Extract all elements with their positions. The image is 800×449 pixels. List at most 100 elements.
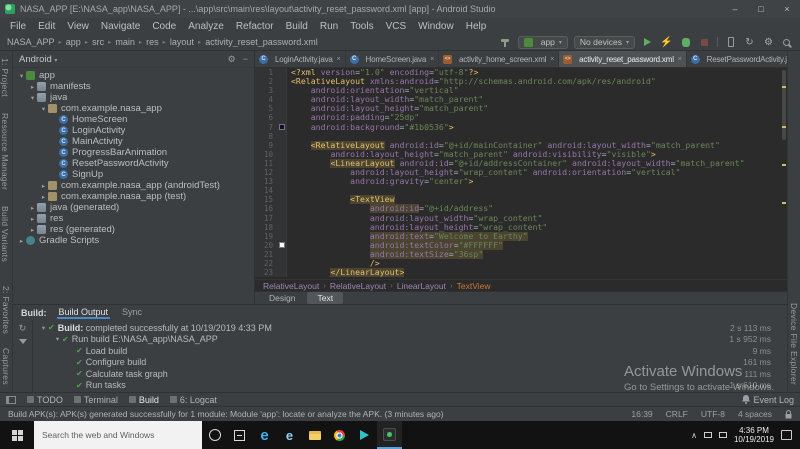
gradle-sync-button[interactable]: ↻	[743, 35, 756, 49]
minimize-button[interactable]: –	[722, 0, 748, 18]
code-line[interactable]: 3 android:orientation="vertical"	[255, 86, 787, 96]
close-button[interactable]: ×	[774, 0, 800, 18]
editor-tab[interactable]: HomeScreen.java×	[346, 51, 439, 67]
code-area[interactable]: 1 <?xml version="1.0" encoding="utf-8"?> 2…	[255, 68, 787, 278]
build-tab[interactable]: Sync	[120, 307, 144, 319]
avd-manager-button[interactable]	[724, 35, 737, 49]
xml-breadcrumb-item[interactable]: LinearLayout	[397, 281, 446, 291]
expand-arrow-icon[interactable]: ▾	[39, 105, 48, 113]
breadcrumb-item[interactable]: activity_reset_password.xml	[204, 37, 319, 47]
debug-button[interactable]	[679, 35, 692, 49]
status-message[interactable]: Build APK(s): APK(s) generated successfu…	[8, 409, 444, 419]
project-tree-item[interactable]: ▸ Gradle Scripts	[13, 235, 254, 246]
build-tree-item[interactable]: ✔ Calculate task graph 111 ms	[33, 368, 787, 380]
menu-item[interactable]: Code	[146, 21, 182, 32]
menu-item[interactable]: View	[61, 21, 95, 32]
project-tree-item[interactable]: ▸ res	[13, 213, 254, 224]
build-tree-item[interactable]: ✔ Load build 9 ms	[33, 345, 787, 357]
menu-item[interactable]: Help	[460, 21, 493, 32]
project-view-select[interactable]: Android ▾	[19, 54, 57, 65]
code-line[interactable]: 20 android:textColor="#FFFFFF"	[255, 240, 787, 250]
xml-breadcrumb-item[interactable]: RelativeLayout	[330, 281, 386, 291]
explorer-icon[interactable]	[302, 421, 327, 449]
tool-stripe-button[interactable]: Captures	[1, 348, 11, 385]
project-tree-item[interactable]: ▾ java	[13, 92, 254, 103]
android-studio-icon[interactable]	[377, 421, 402, 449]
project-tree-item[interactable]: ProgressBarAnimation	[13, 147, 254, 158]
code-line[interactable]: 1 <?xml version="1.0" encoding="utf-8"?>	[255, 68, 787, 78]
volume-icon[interactable]	[718, 432, 727, 438]
menu-item[interactable]: Refactor	[230, 21, 280, 32]
menu-item[interactable]: Run	[314, 21, 344, 32]
play-icon[interactable]	[352, 421, 377, 449]
code-line[interactable]: 23 </LinearLayout>	[255, 268, 787, 278]
code-line[interactable]: 4 android:layout_width="match_parent"	[255, 95, 787, 105]
build-tree-item[interactable]: ✔ Configure build 161 ms	[33, 357, 787, 369]
project-tree-item[interactable]: MainActivity	[13, 136, 254, 147]
code-line[interactable]: 18 android:layout_height="wrap_content"	[255, 222, 787, 232]
settings-gear-icon[interactable]: ⚙	[762, 35, 775, 49]
project-tree-item[interactable]: ▸ res (generated)	[13, 224, 254, 235]
color-swatch-icon[interactable]	[278, 124, 285, 131]
code-line[interactable]: 7 android:background="#1b0536">	[255, 122, 787, 132]
build-tree-item[interactable]: ✔ Run tasks 1 s 610 ms	[33, 380, 787, 392]
apply-changes-button[interactable]: ⚡	[660, 35, 673, 49]
project-tree-item[interactable]: ▾ com.example.nasa_app	[13, 103, 254, 114]
tool-stripe-button[interactable]: 2: Favorites	[1, 286, 11, 334]
code-line[interactable]: 16 android:id="@+id/address"	[255, 204, 787, 214]
maximize-button[interactable]: □	[748, 0, 774, 18]
editor-view-tab[interactable]: Design	[259, 292, 305, 304]
taskbar-clock[interactable]: 4:36 PM 10/19/2019	[734, 426, 774, 444]
hidden-icons-expand-icon[interactable]: ∧	[691, 431, 697, 440]
expand-arrow-icon[interactable]: ▸	[17, 237, 26, 245]
expand-arrow-icon[interactable]: ▸	[39, 193, 48, 201]
editor-tab[interactable]: activity_home_screen.xml×	[439, 51, 560, 67]
close-icon[interactable]: ×	[430, 56, 434, 63]
build-restart-icon[interactable]: ↻	[19, 323, 27, 334]
code-line[interactable]: 21 android:textSize="36sp"	[255, 249, 787, 259]
indent-indicator[interactable]: 4 spaces	[738, 409, 772, 419]
code-line[interactable]: 9 <RelativeLayout android:id="@+id/mainC…	[255, 140, 787, 150]
run-config-select[interactable]: app ▾	[517, 35, 568, 49]
editor-scrollbar[interactable]	[781, 68, 787, 279]
editor-tab[interactable]: ResetPasswordActivity.java×	[687, 51, 787, 67]
menu-item[interactable]: Build	[280, 21, 314, 32]
code-line[interactable]: 22 />	[255, 258, 787, 269]
device-select[interactable]: No devices ▾	[573, 35, 635, 49]
action-center-icon[interactable]	[781, 430, 792, 440]
color-swatch-icon[interactable]	[278, 242, 285, 249]
toolwindow-tab[interactable]: 6: Logcat	[169, 395, 217, 405]
code-line[interactable]: 2 <RelativeLayout xmlns:android="http://s…	[255, 77, 787, 87]
network-icon[interactable]	[703, 432, 712, 438]
expand-arrow-icon[interactable]: ▾	[39, 324, 48, 332]
build-tree-item[interactable]: ▾ ✔ Run build E:\NASA_app\NASA_APP 1 s 952 …	[33, 334, 787, 346]
code-line[interactable]: 12 android:layout_height="wrap_content" …	[255, 168, 787, 178]
project-tree-item[interactable]: ▸ com.example.nasa_app (androidTest)	[13, 180, 254, 191]
project-tree-item[interactable]: ▸ manifests	[13, 81, 254, 92]
file-encoding-indicator[interactable]: UTF-8	[701, 409, 725, 419]
expand-arrow-icon[interactable]: ▸	[28, 215, 37, 223]
cortana-icon[interactable]	[202, 421, 227, 449]
xml-breadcrumb-item[interactable]: RelativeLayout	[263, 281, 319, 291]
menu-item[interactable]: Window	[412, 21, 460, 32]
code-line[interactable]: 19 android:text="Welcome to Earthy"	[255, 231, 787, 241]
code-line[interactable]: 8	[255, 131, 787, 141]
gear-icon[interactable]: ⚙	[228, 54, 236, 65]
stop-button[interactable]	[698, 35, 711, 49]
expand-arrow-icon[interactable]: ▸	[28, 226, 37, 234]
menu-item[interactable]: Analyze	[182, 21, 230, 32]
start-button[interactable]	[0, 421, 34, 449]
xml-breadcrumb-item[interactable]: TextView	[457, 281, 491, 291]
tool-stripe-button[interactable]: 1: Project	[0, 58, 10, 97]
code-line[interactable]: 5 android:layout_height="match_parent"	[255, 104, 787, 114]
project-tree-item[interactable]: HomeScreen	[13, 114, 254, 125]
menu-item[interactable]: Navigate	[95, 21, 146, 32]
close-icon[interactable]: ×	[678, 56, 682, 63]
chrome-icon[interactable]	[327, 421, 352, 449]
expand-arrow-icon[interactable]: ▸	[28, 204, 37, 212]
project-tree-item[interactable]: ▸ java (generated)	[13, 202, 254, 213]
taskbar-search-input[interactable]	[34, 421, 202, 449]
ie-icon[interactable]	[277, 421, 302, 449]
project-tree-item[interactable]: LoginActivity	[13, 125, 254, 136]
breadcrumb-item[interactable]: NASA_APP	[6, 37, 56, 47]
